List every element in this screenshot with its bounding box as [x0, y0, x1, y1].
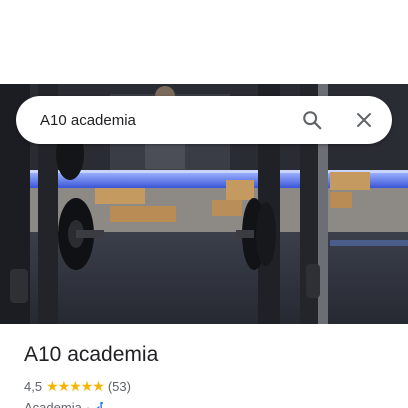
search-bar[interactable]: A10 academia — [16, 96, 392, 144]
separator-dot: · — [85, 400, 91, 408]
close-icon — [357, 113, 371, 127]
rating-stars: ★★★★★ — [46, 377, 105, 394]
place-info-panel: A10 academia 4,5 ★★★★★ (53) Academia · — [24, 342, 394, 408]
review-count[interactable]: (53) — [108, 379, 131, 394]
search-button[interactable] — [292, 100, 332, 140]
search-icon — [303, 111, 322, 130]
rating-value: 4,5 — [24, 378, 43, 394]
rating-row[interactable]: 4,5 ★★★★★ (53) — [24, 378, 394, 394]
place-category: Academia — [24, 400, 82, 408]
clear-search-button[interactable] — [344, 100, 384, 140]
wheelchair-accessible-icon — [96, 401, 106, 408]
search-input[interactable]: A10 academia — [16, 112, 292, 129]
category-row: Academia · — [24, 400, 394, 408]
place-title: A10 academia — [24, 343, 159, 366]
